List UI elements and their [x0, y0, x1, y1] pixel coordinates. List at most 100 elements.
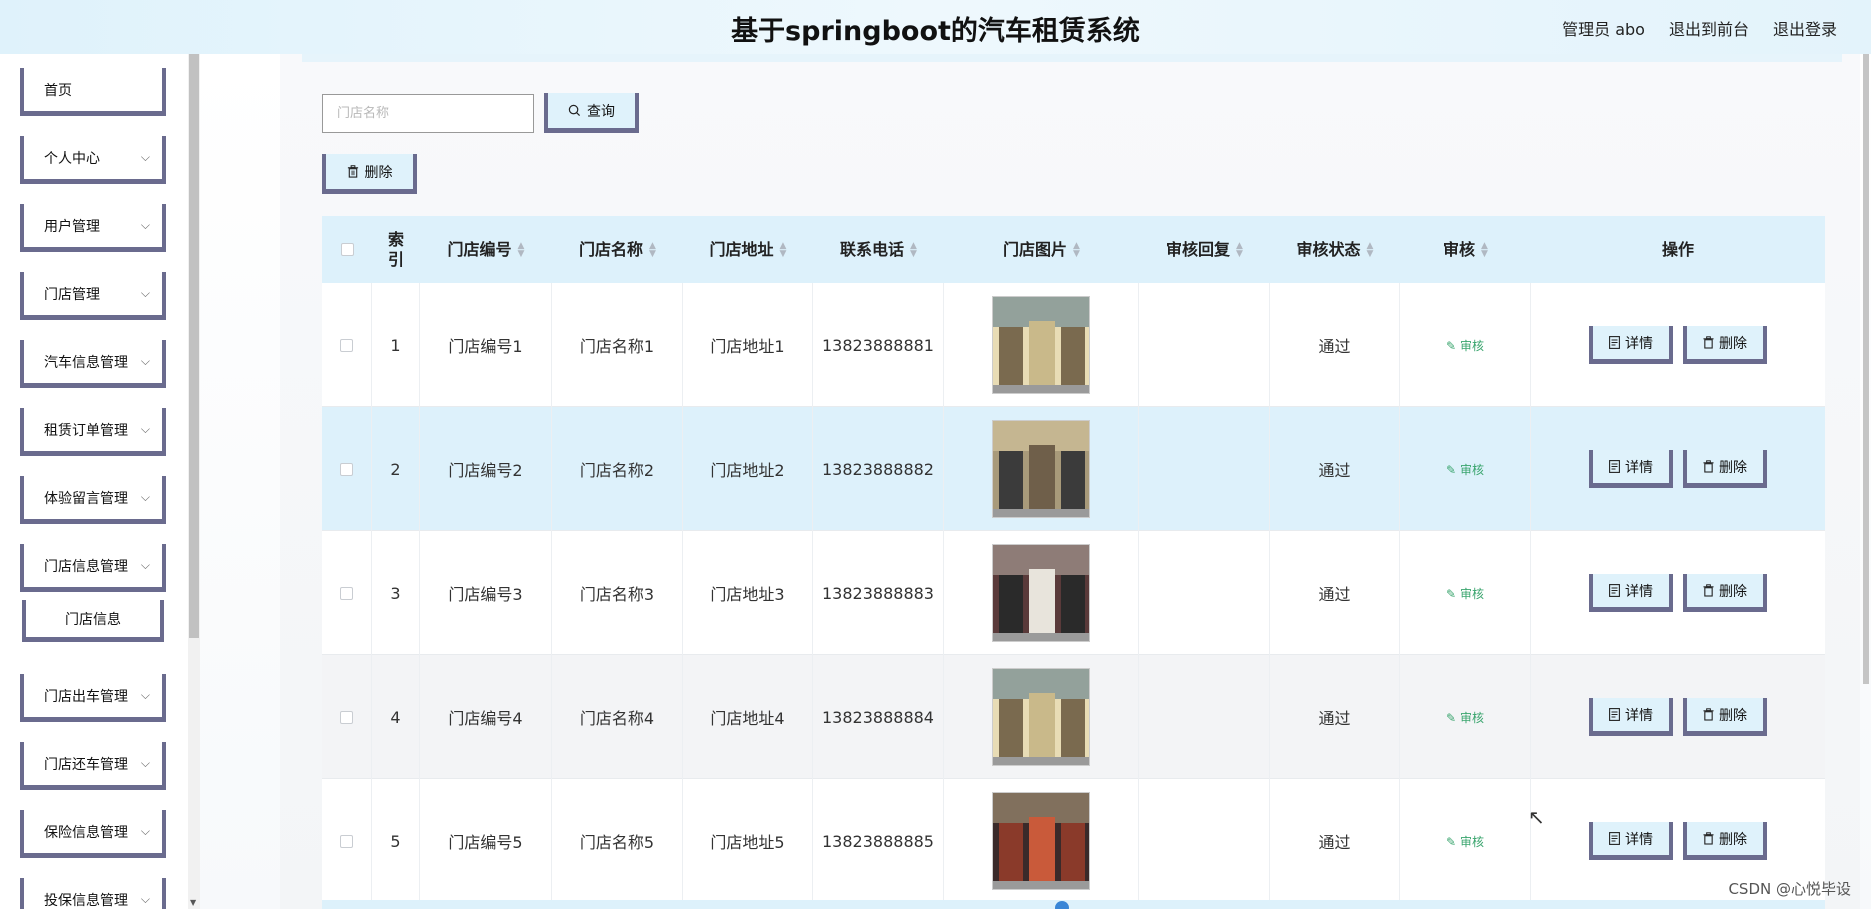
store-image[interactable] [992, 420, 1090, 518]
sidebar-item-label: 汽车信息管理 [44, 354, 128, 371]
cell-audit-reply [1139, 283, 1270, 407]
detail-button[interactable]: 详情 [1589, 698, 1673, 736]
chevron-down-icon: ⌵ [140, 824, 150, 838]
sort-icon: ▲ ▼ [1481, 240, 1488, 259]
sidebar-item-store-dispatch[interactable]: 门店出车管理 ⌵ [20, 674, 166, 722]
cell-audit-status: 通过 [1270, 655, 1400, 779]
chevron-down-icon: ⌵ [140, 218, 150, 232]
store-image[interactable] [992, 792, 1090, 890]
sidebar-subitem-store-info[interactable]: 门店信息 [22, 600, 164, 642]
row-checkbox[interactable] [340, 834, 353, 848]
sidebar-item-profile[interactable]: 个人中心 ⌵ [20, 136, 166, 184]
col-header-phone[interactable]: 联系电话 ▲ ▼ [813, 216, 944, 283]
store-image[interactable] [992, 668, 1090, 766]
row-checkbox-cell [322, 283, 372, 407]
col-header-store-address[interactable]: 门店地址 ▲ ▼ [683, 216, 813, 283]
audit-link-label: 审核 [1459, 710, 1484, 725]
cell-phone: 13823888882 [813, 407, 944, 531]
mouse-cursor-icon: ↖ [1528, 805, 1545, 829]
cell-store-image [944, 779, 1139, 903]
col-header-label: 审核 [1443, 239, 1476, 259]
edit-pen-icon: ✎ [1446, 462, 1457, 477]
audit-link[interactable]: ✎ 审核 [1446, 709, 1484, 726]
cell-audit-reply [1139, 655, 1270, 779]
scroll-down-arrow-icon[interactable]: ▼ [190, 898, 196, 907]
cell-phone: 13823888881 [813, 283, 944, 407]
col-header-audit-status[interactable]: 审核状态 ▲ ▼ [1270, 216, 1400, 283]
col-header-label: 门店图片 [1003, 239, 1068, 259]
sidebar-item-label: 体验留言管理 [44, 490, 128, 507]
store-image[interactable] [992, 296, 1090, 394]
logout-link[interactable]: 退出登录 [1773, 16, 1837, 40]
audit-link[interactable]: ✎ 审核 [1446, 461, 1484, 478]
row-checkbox[interactable] [340, 338, 353, 352]
col-header-label: 门店编号 [447, 239, 512, 259]
col-header-audit-reply[interactable]: 审核回复 ▲ ▼ [1139, 216, 1270, 283]
select-all-checkbox[interactable] [340, 243, 354, 256]
detail-button-label: 详情 [1625, 335, 1653, 352]
row-checkbox[interactable] [340, 710, 353, 724]
admin-user-link[interactable]: 管理员 abo [1562, 16, 1645, 40]
row-delete-button[interactable]: 删除 [1683, 574, 1767, 612]
sidebar-item-insurance[interactable]: 保险信息管理 ⌵ [20, 810, 166, 858]
sidebar-item-label: 门店信息管理 [44, 558, 128, 575]
cell-audit: ✎ 审核 [1400, 531, 1531, 655]
scroll-position-dot[interactable] [1055, 901, 1069, 909]
detail-button[interactable]: 详情 [1589, 822, 1673, 860]
cell-store-name: 门店名称1 [552, 283, 683, 407]
col-header-store-code[interactable]: 门店编号 ▲ ▼ [420, 216, 552, 283]
detail-button[interactable]: 详情 [1589, 450, 1673, 488]
sidebar-item-stores[interactable]: 门店管理 ⌵ [20, 272, 166, 320]
row-delete-button[interactable]: 删除 [1683, 326, 1767, 364]
cell-actions: 详情 删除 [1531, 283, 1825, 407]
cell-store-address: 门店地址3 [683, 531, 813, 655]
sidebar-item-store-info-mgmt[interactable]: 门店信息管理 ⌵ [20, 544, 166, 592]
row-checkbox-cell [322, 655, 372, 779]
store-name-search-input[interactable] [322, 94, 534, 133]
audit-link-label: 审核 [1459, 834, 1484, 849]
trash-icon [347, 165, 358, 178]
table-row: 2门店编号2门店名称2门店地址213823888882 通过 ✎ 审核 [322, 407, 1825, 531]
col-header-audit[interactable]: 审核 ▲ ▼ [1400, 216, 1531, 283]
sidebar-item-cars[interactable]: 汽车信息管理 ⌵ [20, 340, 166, 388]
audit-link[interactable]: ✎ 审核 [1446, 833, 1484, 850]
row-delete-button[interactable]: 删除 [1683, 698, 1767, 736]
query-button[interactable]: 查询 [544, 93, 639, 133]
row-delete-button[interactable]: 删除 [1683, 822, 1767, 860]
detail-button[interactable]: 详情 [1589, 574, 1673, 612]
store-image[interactable] [992, 544, 1090, 642]
audit-link[interactable]: ✎ 审核 [1446, 337, 1484, 354]
cell-audit-reply [1139, 779, 1270, 903]
chevron-down-icon: ⌵ [140, 354, 150, 368]
cell-audit-reply [1139, 531, 1270, 655]
row-checkbox[interactable] [340, 586, 353, 600]
chevron-down-icon: ⌵ [140, 286, 150, 300]
sidebar-item-feedback[interactable]: 体验留言管理 ⌵ [20, 476, 166, 524]
cell-store-name: 门店名称2 [552, 407, 683, 531]
cell-store-image [944, 283, 1139, 407]
sidebar-scrollbar-thumb[interactable] [189, 54, 199, 638]
sidebar-item-home[interactable]: 首页 [20, 68, 166, 116]
back-to-frontend-link[interactable]: 退出到前台 [1669, 16, 1749, 40]
sidebar-item-rental-orders[interactable]: 租赁订单管理 ⌵ [20, 408, 166, 456]
sort-icon: ▲ ▼ [649, 240, 656, 259]
cell-audit-status: 通过 [1270, 407, 1400, 531]
col-header-label: 联系电话 [840, 239, 905, 259]
top-header: 基于springboot的汽车租赁系统 管理员 abo 退出到前台 退出登录 [0, 0, 1871, 54]
sidebar-scrollbar[interactable]: ▼ [188, 54, 200, 909]
row-delete-button[interactable]: 删除 [1683, 450, 1767, 488]
sidebar-item-users[interactable]: 用户管理 ⌵ [20, 204, 166, 252]
col-header-store-name[interactable]: 门店名称 ▲ ▼ [552, 216, 683, 283]
chevron-down-icon: ⌵ [140, 422, 150, 436]
audit-link[interactable]: ✎ 审核 [1446, 585, 1484, 602]
sidebar-item-store-return[interactable]: 门店还车管理 ⌵ [20, 742, 166, 790]
row-checkbox[interactable] [340, 462, 353, 476]
page-scrollbar-thumb[interactable] [1863, 54, 1869, 684]
col-header-store-image[interactable]: 门店图片 ▲ ▼ [944, 216, 1139, 283]
row-delete-button-label: 删除 [1719, 335, 1747, 352]
batch-delete-button[interactable]: 删除 [322, 154, 417, 194]
query-button-label: 查询 [587, 103, 615, 120]
detail-button-label: 详情 [1625, 831, 1653, 848]
sidebar-item-policy[interactable]: 投保信息管理 ⌵ [20, 878, 166, 909]
detail-button[interactable]: 详情 [1589, 326, 1673, 364]
